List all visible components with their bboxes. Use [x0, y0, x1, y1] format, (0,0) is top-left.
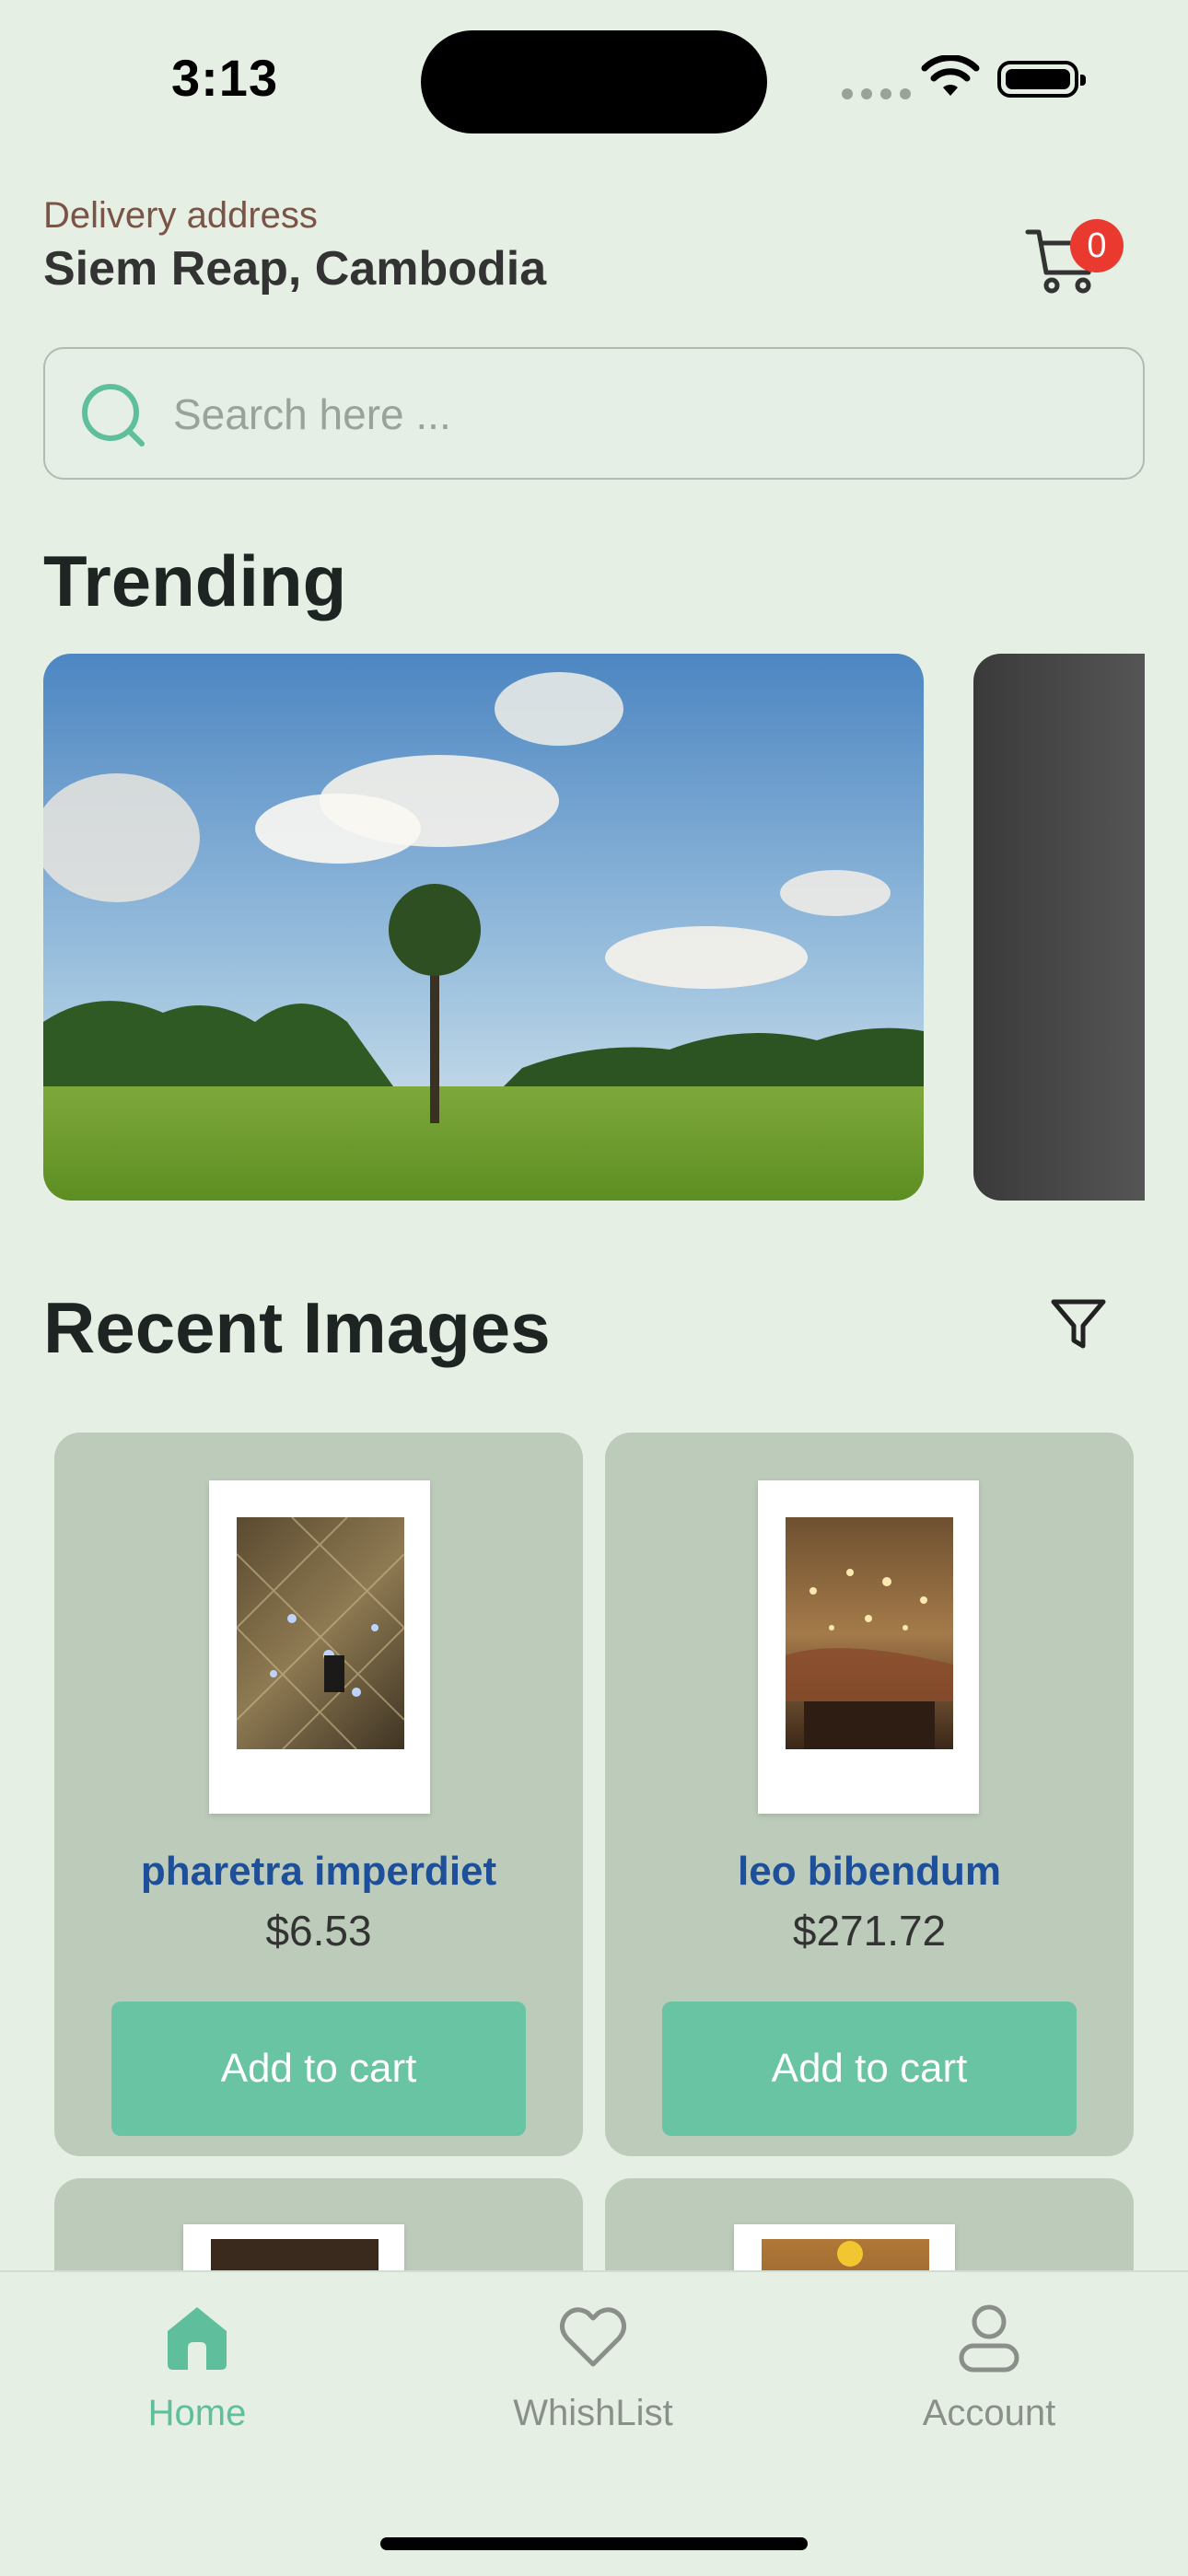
wifi-icon	[921, 55, 980, 96]
nav-home-label: Home	[147, 2393, 247, 2433]
nav-account-label: Account	[922, 2393, 1056, 2433]
product-card[interactable]: leo bibendum $271.72 Add to cart	[605, 1433, 1134, 2156]
product-photo-pattern	[237, 1517, 404, 1749]
nav-home[interactable]: Home	[59, 2300, 335, 2434]
nav-wishlist[interactable]: WhishList	[455, 2300, 731, 2434]
product-image	[758, 1480, 979, 1814]
product-photo-pattern	[786, 1569, 953, 1749]
add-to-cart-button[interactable]: Add to cart	[662, 2002, 1077, 2136]
home-indicator	[380, 2537, 808, 2550]
cart-count-badge: 0	[1070, 219, 1124, 273]
delivery-address[interactable]: Siem Reap, Cambodia	[43, 241, 546, 296]
search-input[interactable]	[173, 385, 1094, 444]
search-icon	[82, 384, 145, 447]
filter-icon[interactable]	[1050, 1296, 1107, 1353]
product-name[interactable]: pharetra imperdiet	[54, 1849, 583, 1895]
trending-image-field	[43, 654, 924, 1201]
signal-icon	[842, 88, 911, 99]
product-card[interactable]: pharetra imperdiet $6.53 Add to cart	[54, 1433, 583, 2156]
product-price: $271.72	[792, 1907, 947, 1955]
delivery-address-label: Delivery address	[43, 195, 318, 236]
home-icon	[168, 2307, 227, 2370]
person-icon	[959, 2304, 1019, 2373]
battery-icon	[997, 61, 1086, 98]
add-to-cart-button[interactable]: Add to cart	[111, 2002, 526, 2136]
product-image	[209, 1480, 430, 1814]
nav-wishlist-label: WhishList	[513, 2393, 673, 2433]
recent-images-title: Recent Images	[43, 1287, 551, 1368]
trending-card-next[interactable]	[973, 654, 1145, 1201]
heart-icon	[560, 2307, 626, 2367]
trending-title: Trending	[43, 540, 347, 621]
status-time: 3:13	[171, 49, 279, 107]
trending-card[interactable]	[43, 654, 924, 1201]
product-price: $6.53	[265, 1907, 372, 1955]
nav-account[interactable]: Account	[851, 2300, 1127, 2434]
dynamic-island	[421, 30, 767, 133]
product-name[interactable]: leo bibendum	[605, 1849, 1134, 1895]
